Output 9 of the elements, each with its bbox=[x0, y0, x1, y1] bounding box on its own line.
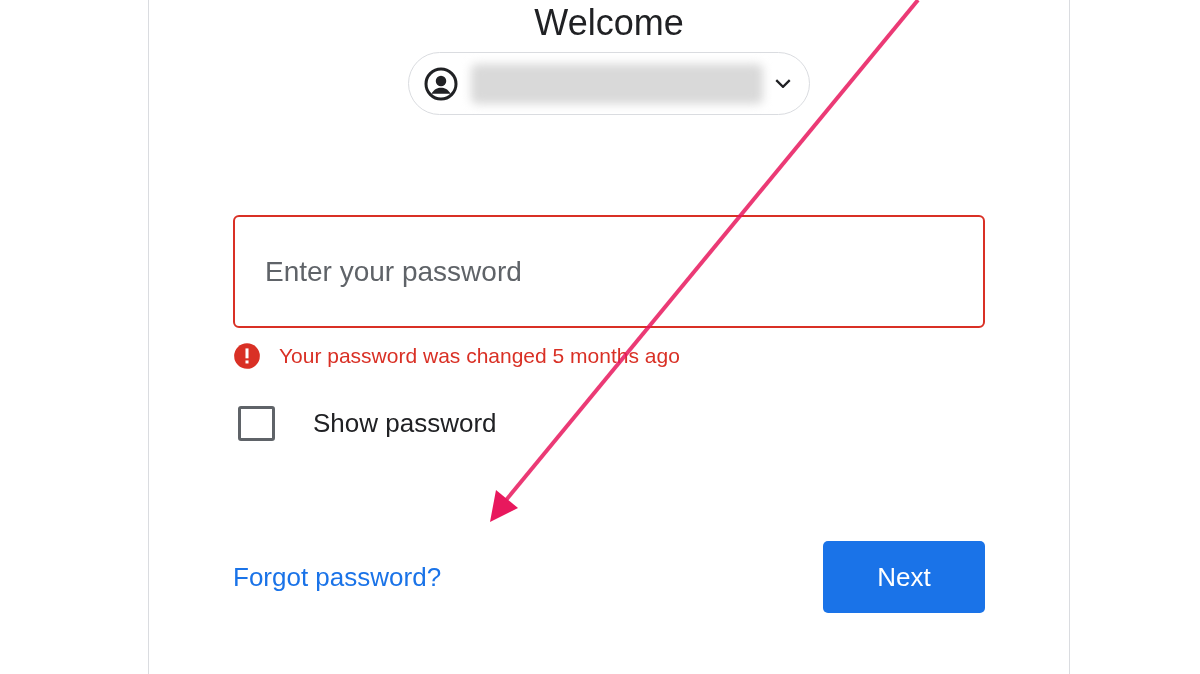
show-password-checkbox[interactable] bbox=[238, 406, 275, 441]
error-icon bbox=[233, 342, 261, 370]
account-icon bbox=[423, 65, 459, 102]
chevron-down-icon bbox=[775, 79, 791, 88]
password-field[interactable]: Enter your password bbox=[233, 215, 985, 328]
page-title: Welcome bbox=[533, 2, 685, 44]
forgot-password-link[interactable]: Forgot password? bbox=[233, 561, 442, 593]
checkbox-label[interactable]: Show password bbox=[313, 408, 497, 439]
next-button[interactable]: Next bbox=[823, 541, 985, 613]
